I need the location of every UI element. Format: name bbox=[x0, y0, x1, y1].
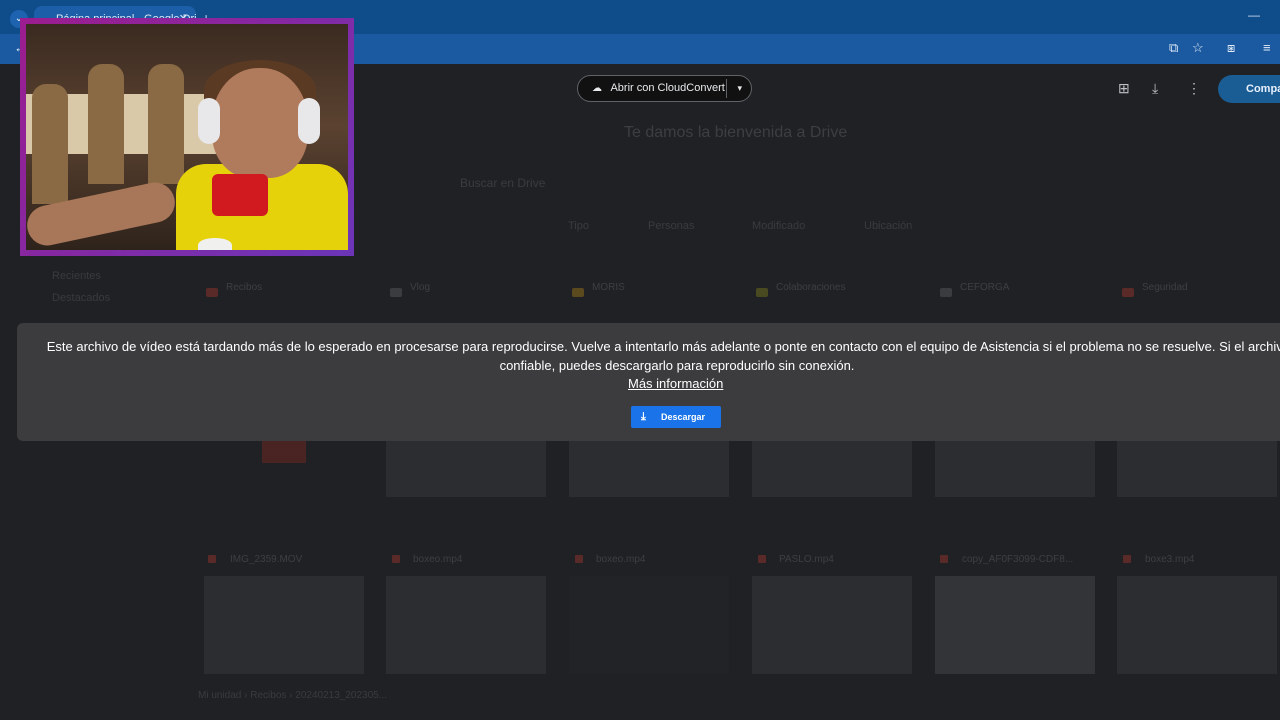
video-file-icon bbox=[208, 555, 216, 563]
folder-name: Colaboraciones bbox=[776, 282, 846, 293]
sidebar-item-starred[interactable]: Destacados bbox=[52, 292, 110, 304]
more-options-icon[interactable]: ⋮ bbox=[1187, 80, 1201, 97]
reading-list-icon[interactable]: ≡ bbox=[1263, 40, 1271, 55]
folder-name: Recibos bbox=[226, 282, 263, 293]
file-thumbnail[interactable] bbox=[752, 576, 912, 674]
folder-name: Vlog bbox=[410, 282, 431, 293]
folder-icon bbox=[940, 288, 952, 297]
file-name: boxe3.mp4 bbox=[1145, 554, 1195, 565]
filter-chip-type[interactable]: Tipo bbox=[568, 220, 589, 232]
folder-card[interactable]: Recibos bbox=[200, 280, 370, 308]
file-name: IMG_2359.MOV bbox=[230, 554, 303, 565]
folder-card[interactable]: MORIS bbox=[566, 280, 736, 308]
headphone-right bbox=[298, 98, 320, 144]
filter-chip-modified[interactable]: Modificado bbox=[752, 220, 805, 232]
video-file-icon bbox=[940, 555, 948, 563]
folder-icon bbox=[1122, 288, 1134, 297]
drive-search-input[interactable]: Buscar en Drive bbox=[460, 176, 545, 190]
open-with-cloudconvert-button[interactable]: ☁ Abrir con CloudConvert ▾ bbox=[577, 75, 752, 102]
download-label: Descargar bbox=[661, 412, 706, 422]
breadcrumb: Mi unidad › Recibos › 20240213_202305... bbox=[198, 690, 387, 701]
breadcrumb-item[interactable]: Recibos bbox=[250, 690, 286, 701]
banner-message: Este archivo de vídeo está tardando más … bbox=[46, 339, 1280, 373]
webcam-microphone bbox=[212, 174, 268, 216]
folder-card[interactable]: Colaboraciones bbox=[750, 280, 920, 308]
video-file-icon bbox=[575, 555, 583, 563]
download-icon: ⤓ bbox=[641, 411, 646, 423]
screen: ⌄ Página principal - Google Drive ✕ + — … bbox=[0, 0, 1280, 720]
webcam-chair bbox=[148, 64, 184, 184]
folder-name: CEFORGA bbox=[960, 282, 1010, 293]
cast-icon[interactable]: ⧉ bbox=[1169, 40, 1178, 56]
folder-card[interactable]: Seguridad bbox=[1116, 280, 1280, 308]
video-file-icon bbox=[758, 555, 766, 563]
cloud-icon: ☁ bbox=[592, 83, 602, 94]
file-name: boxeo.mp4 bbox=[596, 554, 646, 565]
webcam-chair bbox=[32, 84, 68, 204]
video-processing-banner: Este archivo de vídeo está tardando más … bbox=[17, 323, 1280, 441]
file-thumbnail[interactable] bbox=[1117, 576, 1277, 674]
download-button[interactable]: ⤓ Descargar bbox=[631, 406, 721, 428]
video-file-icon bbox=[392, 555, 400, 563]
breadcrumb-item[interactable]: Mi unidad bbox=[198, 690, 241, 701]
folder-icon bbox=[390, 288, 402, 297]
folder-card[interactable]: CEFORGA bbox=[934, 280, 1104, 308]
new-button-dim bbox=[262, 441, 306, 463]
headphone-left bbox=[198, 98, 220, 144]
webcam-cup bbox=[198, 238, 232, 250]
file-name: PASLO.mp4 bbox=[779, 554, 834, 565]
bookmark-star-icon[interactable]: ☆ bbox=[1192, 40, 1204, 56]
folder-name: Seguridad bbox=[1142, 282, 1188, 293]
file-thumbnail[interactable] bbox=[935, 576, 1095, 674]
share-button[interactable]: Compa bbox=[1218, 75, 1280, 103]
download-icon[interactable]: ⤓ bbox=[1152, 80, 1158, 97]
webcam-chair bbox=[88, 64, 124, 184]
more-info-link[interactable]: Más información bbox=[628, 376, 723, 391]
file-thumbnail[interactable] bbox=[1117, 441, 1277, 497]
video-file-icon bbox=[1123, 555, 1131, 563]
file-thumbnail[interactable] bbox=[935, 441, 1095, 497]
folder-icon bbox=[572, 288, 584, 297]
chevron-down-icon[interactable]: ▾ bbox=[737, 76, 742, 101]
file-thumbnail[interactable] bbox=[752, 441, 912, 497]
welcome-heading: Te damos la bienvenida a Drive bbox=[624, 124, 848, 141]
folder-name: MORIS bbox=[592, 282, 625, 293]
folder-icon bbox=[756, 288, 768, 297]
share-label: Compa bbox=[1246, 83, 1280, 95]
file-name: copy_AF0F3099-CDF8... bbox=[962, 554, 1074, 565]
breadcrumb-item[interactable]: 20240213_202305... bbox=[295, 690, 387, 701]
webcam-overlay bbox=[20, 18, 354, 256]
file-thumbnail[interactable] bbox=[386, 576, 546, 674]
folder-card[interactable]: Vlog bbox=[384, 280, 554, 308]
file-thumbnail[interactable] bbox=[569, 441, 729, 497]
file-thumbnail[interactable] bbox=[386, 441, 546, 497]
file-name: boxeo.mp4 bbox=[413, 554, 463, 565]
webcam-person-face bbox=[212, 68, 308, 178]
filter-chip-people[interactable]: Personas bbox=[648, 220, 694, 232]
minimize-button[interactable]: — bbox=[1248, 8, 1260, 22]
file-thumbnail[interactable] bbox=[569, 576, 729, 674]
button-divider bbox=[726, 79, 727, 98]
sidebar-item-recent[interactable]: Recientes bbox=[52, 270, 101, 282]
add-to-folder-icon[interactable]: ⊞ bbox=[1118, 80, 1130, 97]
folder-icon bbox=[206, 288, 218, 297]
open-with-label: Abrir con CloudConvert bbox=[610, 82, 725, 94]
filter-chip-location[interactable]: Ubicación bbox=[864, 220, 912, 232]
extensions-icon[interactable]: ⧆ bbox=[1227, 40, 1235, 56]
file-thumbnail[interactable] bbox=[204, 576, 364, 674]
